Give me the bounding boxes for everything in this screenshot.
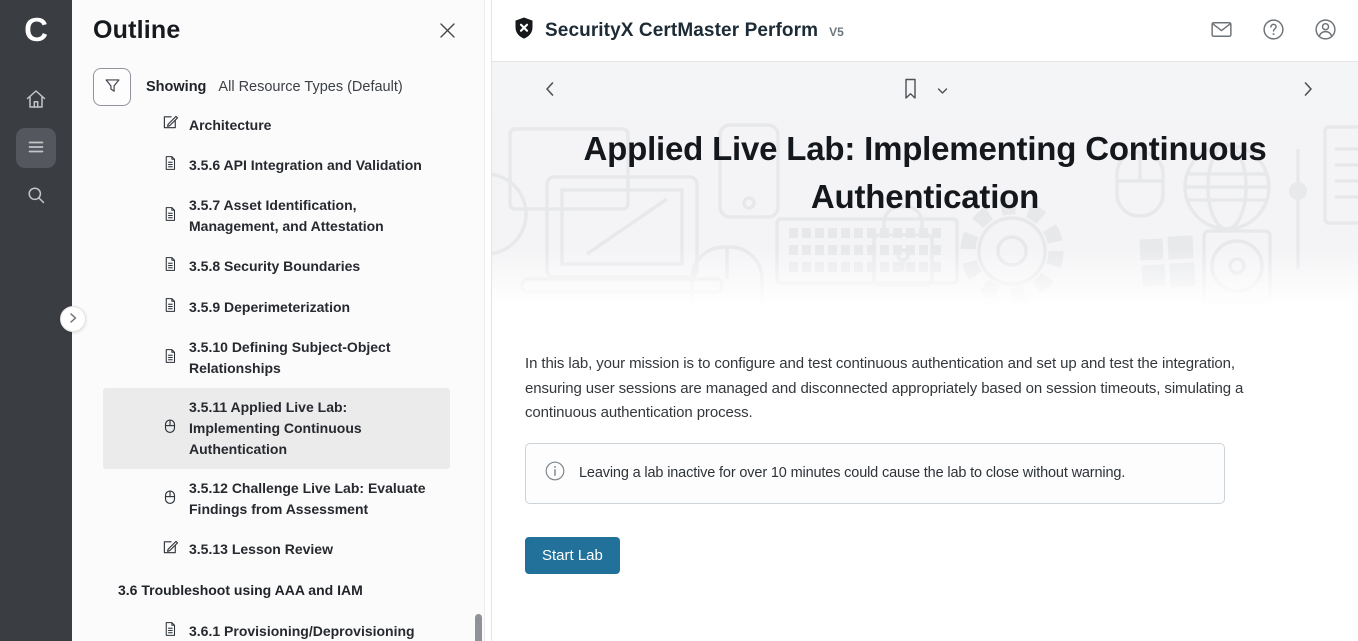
outline-panel: Outline Showing All Resource Types (Defa… bbox=[72, 0, 485, 641]
outline-scrollbar[interactable] bbox=[475, 614, 482, 641]
list-item-label: 3.5.7 Asset Identification, Management, … bbox=[189, 195, 438, 237]
chevron-down-icon bbox=[937, 83, 949, 98]
list-item-label: 3.6.1 Provisioning/Deprovisioning bbox=[189, 621, 415, 641]
list-item[interactable]: 3.5.13 Lesson Review bbox=[103, 529, 450, 570]
lab-body: In this lab, your mission is to configur… bbox=[492, 306, 1358, 574]
start-lab-button[interactable]: Start Lab bbox=[525, 537, 620, 574]
notice-text: Leaving a lab inactive for over 10 minut… bbox=[579, 465, 1125, 481]
document-icon bbox=[161, 620, 179, 641]
main-content: SecurityX CertMaster Perform V5 bbox=[491, 0, 1358, 641]
close-outline-button[interactable] bbox=[435, 18, 460, 46]
list-item[interactable]: 3.5.7 Asset Identification, Management, … bbox=[103, 186, 450, 246]
bookmark-icon bbox=[902, 77, 920, 104]
list-item[interactable]: 3.5.10 Defining Subject-Object Relations… bbox=[103, 328, 450, 388]
list-item[interactable]: 3.5.6 API Integration and Validation bbox=[103, 145, 450, 186]
lab-mouse-icon bbox=[161, 417, 179, 440]
outline-list: Architecture 3.5.6 API Integration and V… bbox=[72, 109, 484, 641]
list-item-label: Architecture bbox=[189, 117, 271, 133]
chevron-right-icon bbox=[67, 312, 79, 327]
document-icon bbox=[161, 255, 179, 278]
list-item[interactable]: 3.6.1 Provisioning/Deprovisioning bbox=[103, 611, 450, 641]
inactivity-notice: Leaving a lab inactive for over 10 minut… bbox=[525, 443, 1225, 504]
list-item-selected[interactable]: 3.5.11 Applied Live Lab: Implementing Co… bbox=[103, 388, 450, 469]
document-icon bbox=[161, 347, 179, 370]
list-item-label: 3.5.9 Deperimeterization bbox=[189, 297, 350, 318]
account-icon bbox=[1313, 17, 1338, 45]
close-icon bbox=[439, 27, 456, 42]
top-header: SecurityX CertMaster Perform V5 bbox=[492, 0, 1358, 61]
product-title: SecurityX CertMaster Perform bbox=[545, 20, 818, 42]
list-item[interactable]: 3.5.8 Security Boundaries bbox=[103, 246, 450, 287]
outline-panel-title: Outline bbox=[93, 16, 181, 45]
list-item-label: 3.5.13 Lesson Review bbox=[189, 539, 333, 560]
search-icon bbox=[24, 183, 48, 210]
list-item[interactable]: 3.5.9 Deperimeterization bbox=[103, 287, 450, 328]
document-icon bbox=[161, 154, 179, 177]
list-item-label: 3.5.10 Defining Subject-Object Relations… bbox=[189, 337, 438, 379]
lesson-review-icon bbox=[161, 113, 179, 136]
list-item[interactable]: Architecture bbox=[103, 109, 450, 145]
list-item[interactable]: 3.5.12 Challenge Live Lab: Evaluate Find… bbox=[103, 469, 450, 529]
help-button[interactable] bbox=[1261, 17, 1286, 45]
shield-logo-icon bbox=[512, 16, 536, 45]
lab-description: In this lab, your mission is to configur… bbox=[525, 352, 1291, 426]
contents-icon bbox=[24, 135, 48, 162]
search-button[interactable] bbox=[16, 176, 56, 216]
next-page-button[interactable] bbox=[1300, 80, 1316, 101]
outline-button[interactable] bbox=[16, 128, 56, 168]
document-icon bbox=[161, 296, 179, 319]
list-item-label: 3.5.12 Challenge Live Lab: Evaluate Find… bbox=[189, 478, 438, 520]
app-window: C bbox=[0, 0, 1358, 641]
previous-page-button[interactable] bbox=[542, 80, 558, 101]
chevron-left-icon bbox=[542, 80, 558, 101]
list-item-label: 3.5.11 Applied Live Lab: Implementing Co… bbox=[189, 397, 407, 460]
bookmark-menu-button[interactable] bbox=[937, 83, 949, 98]
title-banner: Applied Live Lab: Implementing Continuou… bbox=[492, 119, 1358, 306]
messages-button[interactable] bbox=[1209, 17, 1234, 45]
lesson-nav-bar bbox=[492, 61, 1358, 119]
bookmark-button[interactable] bbox=[902, 77, 920, 104]
showing-label: Showing bbox=[146, 79, 206, 95]
filter-row: Showing All Resource Types (Default) bbox=[93, 68, 484, 106]
help-icon bbox=[1261, 17, 1286, 45]
collapse-panel-button[interactable] bbox=[60, 306, 86, 332]
page-title: Applied Live Lab: Implementing Continuou… bbox=[525, 119, 1325, 221]
product-brand: SecurityX CertMaster Perform V5 bbox=[512, 16, 844, 45]
filter-funnel-icon bbox=[103, 76, 122, 98]
mail-icon bbox=[1209, 17, 1234, 45]
home-button[interactable] bbox=[16, 80, 56, 120]
account-button[interactable] bbox=[1313, 17, 1338, 45]
filter-value: All Resource Types (Default) bbox=[218, 79, 402, 95]
section-heading[interactable]: 3.6 Troubleshoot using AAA and IAM bbox=[103, 570, 450, 611]
list-item-label: 3.5.6 API Integration and Validation bbox=[189, 155, 422, 176]
product-version: V5 bbox=[829, 25, 844, 39]
lab-mouse-icon bbox=[161, 488, 179, 511]
chevron-right-icon bbox=[1300, 80, 1316, 101]
home-icon bbox=[24, 87, 48, 114]
info-icon bbox=[544, 460, 566, 487]
filter-button[interactable] bbox=[93, 68, 131, 106]
list-item-label: 3.5.8 Security Boundaries bbox=[189, 256, 360, 277]
comptia-logo: C bbox=[24, 8, 48, 52]
document-icon bbox=[161, 205, 179, 228]
lesson-review-icon bbox=[161, 538, 179, 561]
